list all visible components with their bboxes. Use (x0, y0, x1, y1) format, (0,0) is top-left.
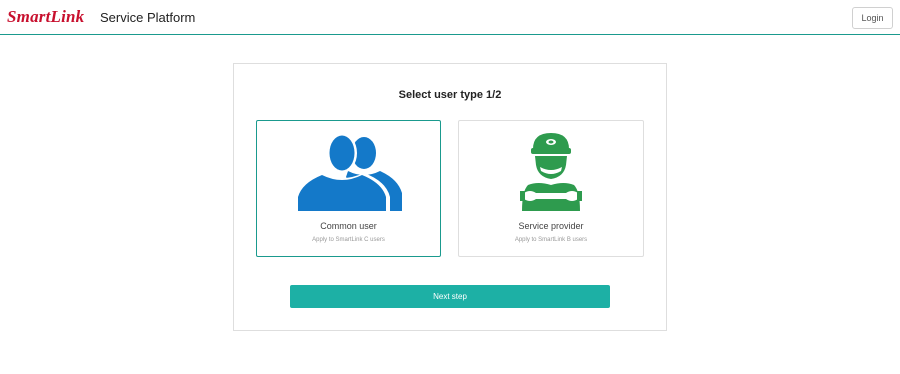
platform-title: Service Platform (100, 10, 196, 25)
service-provider-subtitle: Apply to SmartLink B users (514, 237, 588, 243)
login-button[interactable]: Login (852, 7, 893, 29)
panel-title: Select user type 1/2 (398, 89, 502, 101)
smartlink-logo[interactable]: SmartLink (7, 7, 84, 27)
common-user-label: Common user (320, 221, 377, 231)
top-navbar: SmartLink Service Platform Login (0, 0, 900, 35)
service-provider-label: Service provider (518, 221, 584, 231)
service-provider-card[interactable]: Service provider Apply to SmartLink B us… (458, 120, 644, 257)
common-user-subtitle: Apply to SmartLink C users (312, 237, 385, 243)
next-step-button[interactable]: Next step (290, 285, 610, 308)
users-icon (293, 133, 402, 211)
technician-icon (520, 133, 582, 211)
common-user-card[interactable]: Common user Apply to SmartLink C users (256, 120, 441, 257)
user-type-panel: Select user type 1/2 Common user Apply t… (233, 63, 667, 331)
